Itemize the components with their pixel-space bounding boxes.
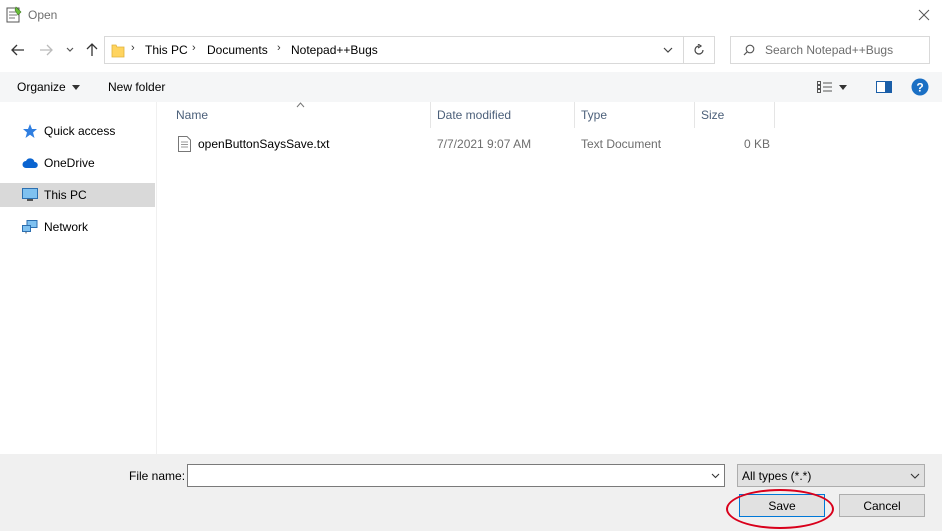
preview-pane-icon xyxy=(876,81,892,93)
breadcrumb-separator: › xyxy=(131,42,135,54)
search-icon xyxy=(743,44,755,56)
command-toolbar: Organize New folder ? xyxy=(0,72,942,102)
organize-label: Organize xyxy=(17,80,66,94)
recent-locations-button[interactable] xyxy=(62,38,78,62)
dropdown-arrow-icon xyxy=(71,84,80,90)
red-annotation-circle xyxy=(726,489,834,529)
sidebar-item-quick-access[interactable]: Quick access xyxy=(0,119,155,143)
file-type: Text Document xyxy=(581,137,662,151)
new-folder-label: New folder xyxy=(108,80,166,94)
file-list: Name Date modified Type Size openButtonS… xyxy=(158,102,942,454)
arrow-up-icon xyxy=(86,43,98,56)
cancel-button-label: Cancel xyxy=(863,498,901,513)
svg-text:?: ? xyxy=(916,81,923,95)
file-name-input[interactable] xyxy=(191,467,701,484)
dropdown-arrow-icon xyxy=(839,84,847,90)
dialog-footer: File name: All types (*.*) Save Cancel xyxy=(0,454,942,531)
cloud-icon xyxy=(22,158,38,168)
column-header-size[interactable]: Size xyxy=(695,102,775,128)
organize-button[interactable]: Organize xyxy=(10,72,87,102)
sidebar-item-label: This PC xyxy=(44,188,87,202)
star-icon xyxy=(23,124,37,138)
chevron-down-icon xyxy=(910,473,920,479)
column-header-date-modified[interactable]: Date modified xyxy=(431,102,575,128)
sidebar-item-label: Quick access xyxy=(44,124,116,138)
search-box[interactable] xyxy=(730,36,930,64)
file-type-value: All types (*.*) xyxy=(742,468,812,483)
sidebar-item-label: Network xyxy=(44,220,89,234)
chevron-down-icon xyxy=(66,47,74,52)
forward-button[interactable] xyxy=(34,38,58,62)
close-icon xyxy=(918,9,930,21)
preview-pane-button[interactable] xyxy=(873,77,895,97)
up-button[interactable] xyxy=(80,38,104,62)
column-header-type[interactable]: Type xyxy=(575,102,695,128)
details-view-icon xyxy=(817,81,832,93)
refresh-icon xyxy=(694,44,704,55)
help-icon: ? xyxy=(911,78,929,96)
sidebar-item-onedrive[interactable]: OneDrive xyxy=(0,151,155,175)
file-type-select[interactable]: All types (*.*) xyxy=(737,464,925,487)
breadcrumb-separator: › xyxy=(277,42,281,54)
breadcrumb-notepad-bugs[interactable]: Notepad++Bugs xyxy=(291,43,378,57)
change-view-button[interactable] xyxy=(817,77,859,97)
help-button[interactable]: ? xyxy=(910,77,930,97)
navigation-pane: Quick access OneDrive This PC Network xyxy=(0,102,157,454)
computer-icon xyxy=(22,188,38,201)
text-file-icon xyxy=(178,136,191,152)
breadcrumb-this-pc[interactable]: This PC xyxy=(145,43,188,57)
network-icon xyxy=(22,220,38,234)
sidebar-item-label: OneDrive xyxy=(44,156,95,170)
address-bar[interactable]: › This PC › Documents › Notepad++Bugs xyxy=(104,36,684,64)
table-row[interactable]: openButtonSaysSave.txt 7/7/2021 9:07 AM … xyxy=(172,133,772,155)
breadcrumb-documents[interactable]: Documents xyxy=(207,43,268,57)
breadcrumb-separator: › xyxy=(192,42,196,54)
notepad-app-icon xyxy=(6,6,22,23)
address-history-chevron-icon[interactable] xyxy=(663,47,673,54)
back-button[interactable] xyxy=(6,38,30,62)
window-title: Open xyxy=(28,8,58,22)
arrow-right-icon xyxy=(40,44,53,56)
column-header-name[interactable]: Name xyxy=(170,102,431,128)
new-folder-button[interactable]: New folder xyxy=(100,72,173,102)
sidebar-item-this-pc[interactable]: This PC xyxy=(0,183,155,207)
cancel-button[interactable]: Cancel xyxy=(839,494,925,517)
refresh-button[interactable] xyxy=(684,36,715,64)
title-bar: Open xyxy=(0,0,942,30)
sidebar-item-network[interactable]: Network xyxy=(0,215,155,239)
file-size: 0 KB xyxy=(744,137,771,151)
file-name-label: File name: xyxy=(129,469,186,483)
file-name-combobox[interactable] xyxy=(187,464,725,487)
chevron-down-icon xyxy=(711,473,719,479)
search-input[interactable] xyxy=(765,41,925,59)
file-name-dropdown-button[interactable] xyxy=(708,468,722,484)
file-name: openButtonSaysSave.txt xyxy=(198,137,330,151)
arrow-left-icon xyxy=(11,44,24,56)
folder-icon xyxy=(111,44,125,58)
close-button[interactable] xyxy=(906,0,942,30)
file-date-modified: 7/7/2021 9:07 AM xyxy=(437,137,532,151)
